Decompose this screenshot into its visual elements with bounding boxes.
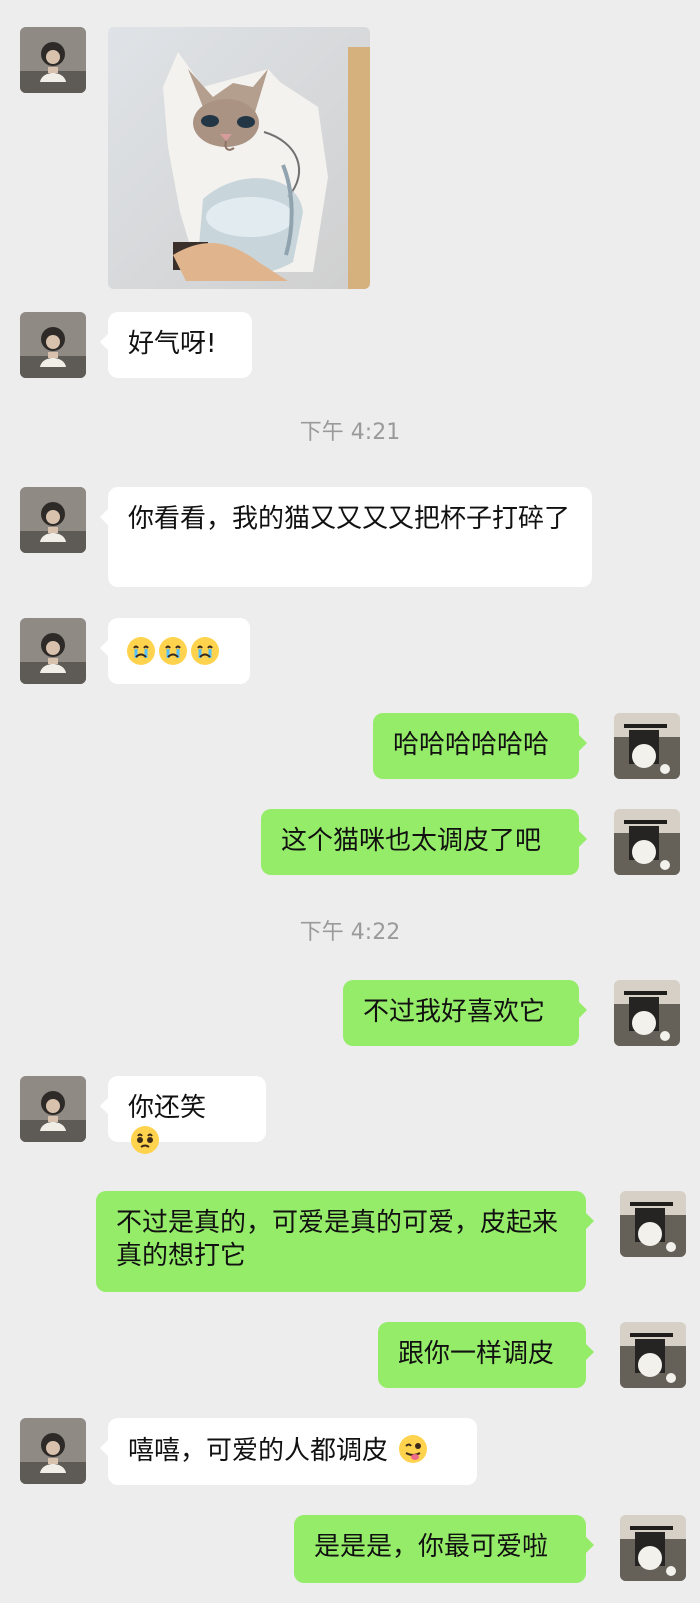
cat-photo-message[interactable] [108,27,370,289]
timestamp: 下午 4:22 [299,920,401,945]
message-row: 好气呀! [0,312,700,378]
outgoing-message-bubble[interactable]: 不过是真的，可爱是真的可爱，皮起来真的想打它 [96,1191,594,1292]
message-text: 好气呀! [128,329,217,359]
contact-avatar[interactable] [20,618,86,684]
incoming-message-bubble[interactable]: 好气呀! [100,312,252,378]
message-row [0,27,700,289]
message-text: 跟你一样调皮 [398,1339,555,1369]
outgoing-message-bubble[interactable]: 跟你一样调皮 [378,1322,594,1388]
outgoing-message-bubble[interactable]: 哈哈哈哈哈哈 [373,713,587,779]
user-avatar[interactable] [620,1322,686,1388]
user-avatar[interactable] [614,713,680,779]
message-row: 跟你一样调皮 [0,1322,700,1388]
contact-avatar[interactable] [20,27,86,93]
crying-face-icon [190,636,220,666]
message-row: 哈哈哈哈哈哈 [0,713,700,779]
message-text: 哈哈哈哈哈哈 [393,730,550,760]
contact-avatar[interactable] [20,1418,86,1484]
message-text: 这个猫咪也太调皮了吧 [281,826,542,856]
outgoing-message-bubble[interactable]: 是是是，你最可爱啦 [294,1515,594,1583]
user-avatar[interactable] [614,809,680,875]
crying-face-icon [158,636,188,666]
crying-face-icon [126,636,156,666]
message-text: 嘻嘻，可爱的人都调皮 [128,1436,389,1466]
contact-avatar[interactable] [20,487,86,553]
incoming-message-bubble[interactable]: 你看看，我的猫又又又又把杯子打碎了 [100,487,592,587]
message-text: 不过是真的，可爱是真的可爱，皮起来真的想打它 [116,1208,559,1271]
message-row [0,618,700,684]
timestamp: 下午 4:21 [299,420,401,445]
contact-avatar[interactable] [20,1076,86,1142]
message-row: 你看看，我的猫又又又又把杯子打碎了 [0,487,700,587]
chat-message-list[interactable]: 好气呀! 下午 4:21 你看看，我的猫又又又又把杯子打碎了 哈哈哈哈哈哈 这个… [0,0,700,1603]
incoming-message-bubble[interactable]: 你还笑 [100,1076,266,1154]
message-text: 是是是，你最可爱啦 [314,1532,549,1562]
outgoing-message-bubble[interactable]: 不过我好喜欢它 [343,980,587,1046]
message-row: 嘻嘻，可爱的人都调皮 [0,1418,700,1485]
message-row: 你还笑 [0,1076,700,1154]
contact-avatar[interactable] [20,312,86,378]
winking-tongue-face-icon [398,1434,428,1464]
outgoing-message-bubble[interactable]: 这个猫咪也太调皮了吧 [261,809,587,875]
message-text: 不过我好喜欢它 [363,997,546,1027]
incoming-emoji-bubble[interactable] [100,618,250,684]
user-avatar[interactable] [614,980,680,1046]
message-text: 你还笑 [128,1093,207,1123]
message-row: 不过我好喜欢它 [0,980,700,1046]
message-row: 是是是，你最可爱啦 [0,1515,700,1583]
message-row: 不过是真的，可爱是真的可爱，皮起来真的想打它 [0,1191,700,1292]
pleading-face-icon [130,1125,160,1155]
user-avatar[interactable] [620,1515,686,1581]
message-text: 你看看，我的猫又又又又把杯子打碎了 [128,504,571,534]
incoming-message-bubble[interactable]: 嘻嘻，可爱的人都调皮 [100,1418,477,1485]
message-row: 这个猫咪也太调皮了吧 [0,809,700,875]
user-avatar[interactable] [620,1191,686,1257]
